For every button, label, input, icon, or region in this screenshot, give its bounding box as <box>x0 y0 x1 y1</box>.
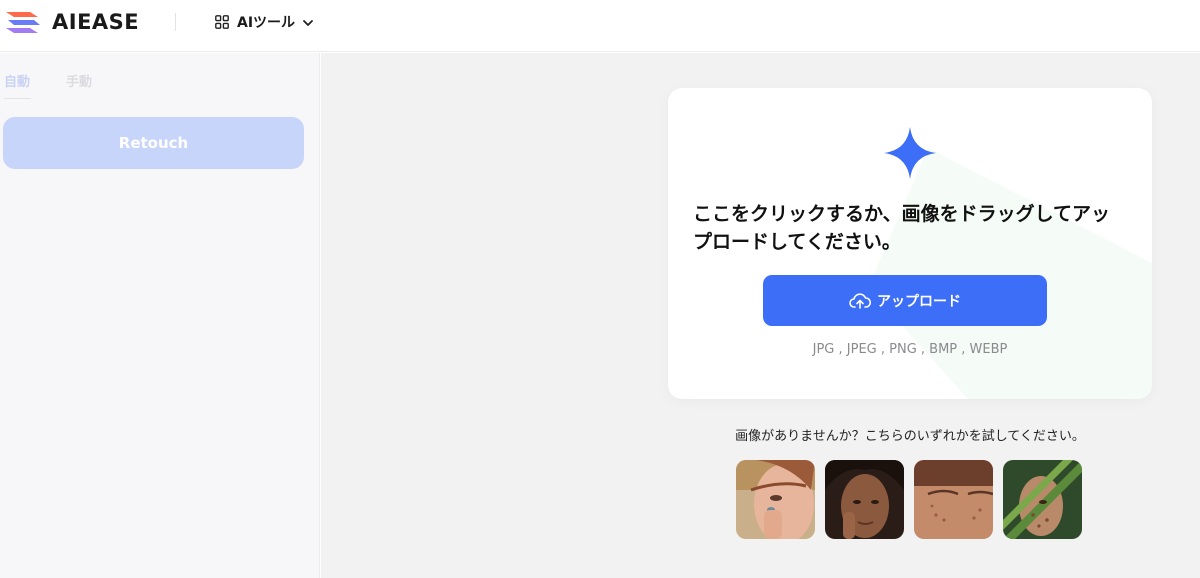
sample-images <box>736 460 1092 539</box>
grid-icon <box>215 15 229 29</box>
sample-image-3[interactable] <box>914 460 993 539</box>
cloud-upload-icon <box>849 292 871 309</box>
top-header: AIEASE AIツール <box>0 0 1200 52</box>
retouch-button[interactable]: Retouch <box>3 117 304 169</box>
upload-dropzone[interactable]: ここをクリックするか、画像をドラッグしてアップロードしてください。 アップロード… <box>668 88 1152 399</box>
sparkle-icon <box>884 127 936 179</box>
upload-button-label: アップロード <box>877 293 961 310</box>
chevron-down-icon <box>303 20 313 26</box>
sample-prompt: 画像がありませんか？こちらのいずれかを試してください。 <box>735 429 1085 444</box>
brand-logo[interactable]: AIEASE <box>4 9 139 35</box>
upload-button[interactable]: アップロード <box>763 275 1047 326</box>
ai-tools-label: AIツール <box>237 15 296 31</box>
brand-name: AIEASE <box>52 10 140 34</box>
sample-face-image <box>825 460 904 539</box>
sample-image-4[interactable] <box>1003 460 1082 539</box>
sample-face-image <box>1003 460 1082 539</box>
tab-auto[interactable]: 自動 <box>4 71 32 101</box>
mode-tabs: 自動 手動 <box>4 71 92 101</box>
ai-tools-menu[interactable]: AIツール <box>215 11 314 33</box>
header-divider <box>175 13 176 31</box>
main-area: ここをクリックするか、画像をドラッグしてアップロードしてください。 アップロード… <box>321 53 1200 578</box>
supported-formats: JPG , JPEG , PNG , BMP , WEBP <box>812 342 1008 357</box>
sample-image-1[interactable] <box>736 460 815 539</box>
sample-face-image <box>736 460 815 539</box>
sample-image-2[interactable] <box>825 460 904 539</box>
tab-manual[interactable]: 手動 <box>66 71 92 101</box>
upload-prompt: ここをクリックするか、画像をドラッグしてアップロードしてください。 <box>693 203 1111 253</box>
aiease-logo-icon <box>6 12 40 33</box>
left-sidebar: 自動 手動 Retouch <box>0 53 320 578</box>
sample-face-image <box>914 460 993 539</box>
